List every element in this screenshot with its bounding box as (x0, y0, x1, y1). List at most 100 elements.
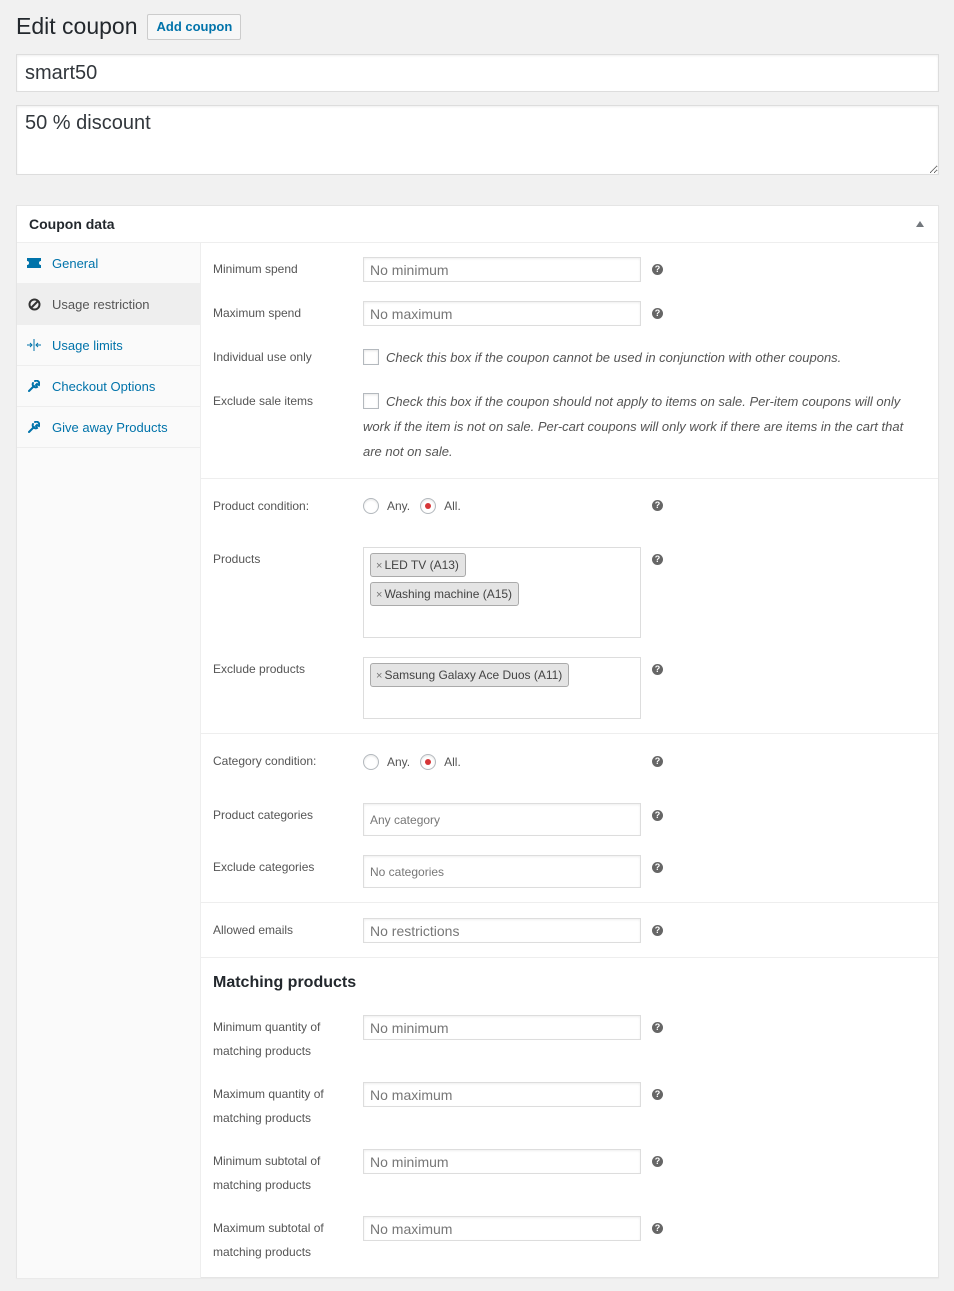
coupon-tabs: General Usage restriction Usage limits C… (17, 243, 201, 1278)
divider (201, 478, 938, 479)
postbox-title: Coupon data (29, 216, 115, 232)
remove-chip-icon[interactable]: × (376, 670, 382, 682)
page-title: Edit coupon (16, 13, 138, 39)
exclude-products-select[interactable]: × Samsung Galaxy Ace Duos (A11) (363, 657, 641, 719)
help-icon[interactable]: ? (652, 500, 663, 511)
matching-products-title: Matching products (213, 974, 357, 991)
allowed-emails-input[interactable] (363, 918, 641, 943)
help-icon[interactable]: ? (652, 664, 663, 675)
individual-use-description: Check this box if the coupon cannot be u… (386, 350, 842, 365)
tab-general[interactable]: General (17, 243, 200, 284)
help-icon[interactable]: ? (652, 810, 663, 821)
max-qty-label: Maximum quantity of matching products (213, 1082, 324, 1130)
minimum-spend-label: Minimum spend (213, 262, 298, 276)
individual-use-checkbox[interactable] (363, 349, 379, 365)
individual-use-label: Individual use only (213, 350, 312, 364)
help-icon[interactable]: ? (652, 264, 663, 275)
chip-label: LED TV (A13) (384, 558, 459, 572)
maximum-spend-input[interactable] (363, 301, 641, 326)
min-qty-input[interactable] (363, 1015, 641, 1040)
product-categories-label: Product categories (213, 808, 314, 822)
product-categories-select[interactable] (363, 803, 641, 836)
ticket-icon (27, 256, 41, 270)
help-icon[interactable]: ? (652, 1156, 663, 1167)
minimum-spend-input[interactable] (363, 257, 641, 282)
help-icon[interactable]: ? (652, 925, 663, 936)
arrows-in-icon (27, 338, 41, 352)
label-line: matching products (213, 1178, 312, 1192)
divider (201, 902, 938, 903)
divider (201, 733, 938, 734)
label-line: Minimum quantity of (213, 1020, 321, 1034)
help-icon[interactable]: ? (652, 1223, 663, 1234)
radio-label: All. (444, 499, 461, 513)
help-icon[interactable]: ? (652, 1022, 663, 1033)
chip-label: Washing machine (A15) (384, 587, 513, 601)
tab-label: Give away Products (52, 419, 168, 435)
page-header: Edit coupon Add coupon (16, 12, 242, 41)
radio-label: Any. (387, 755, 411, 769)
category-condition-any-radio[interactable] (363, 754, 379, 770)
exclude-sale-label: Exclude sale items (213, 394, 314, 408)
add-coupon-button[interactable]: Add coupon (147, 13, 242, 40)
product-chip: × Washing machine (A15) (370, 582, 520, 606)
help-icon[interactable]: ? (652, 308, 663, 319)
collapse-toggle-icon[interactable] (916, 221, 924, 227)
products-select[interactable]: × LED TV (A13) × Washing machine (A15) (363, 547, 641, 638)
label-line: matching products (213, 1245, 312, 1259)
max-subtotal-label: Maximum subtotal of matching products (213, 1216, 324, 1264)
tab-checkout-options[interactable]: Checkout Options (17, 366, 200, 407)
tab-label: Usage limits (52, 337, 123, 353)
max-qty-input[interactable] (363, 1082, 641, 1107)
radio-label: Any. (387, 499, 411, 513)
postbox-header[interactable]: Coupon data (17, 206, 938, 243)
label-line: Minimum subtotal of (213, 1154, 321, 1168)
category-condition-radios: Any. All. (363, 754, 471, 770)
category-condition-all-radio[interactable] (420, 754, 437, 770)
coupon-description-textarea[interactable]: 50 % discount (16, 105, 939, 175)
label-line: Maximum subtotal of (213, 1221, 324, 1235)
product-condition-all-radio[interactable] (420, 498, 437, 514)
label-line: matching products (213, 1044, 312, 1058)
exclude-categories-label: Exclude categories (213, 860, 315, 874)
exclude-sale-description: Check this box if the coupon should not … (363, 394, 904, 459)
max-subtotal-input[interactable] (363, 1216, 641, 1241)
radio-label: All. (444, 755, 461, 769)
chip-label: Samsung Galaxy Ace Duos (A11) (384, 668, 563, 682)
exclude-categories-select[interactable] (363, 855, 641, 888)
remove-chip-icon[interactable]: × (376, 560, 382, 572)
help-icon[interactable]: ? (652, 554, 663, 565)
min-subtotal-input[interactable] (363, 1149, 641, 1174)
category-condition-label: Category condition: (213, 754, 317, 768)
coupon-code-input[interactable] (16, 54, 939, 92)
tab-label: Checkout Options (52, 378, 156, 394)
help-icon[interactable]: ? (652, 862, 663, 873)
maximum-spend-label: Maximum spend (213, 306, 302, 320)
label-line: Maximum quantity of (213, 1087, 324, 1101)
block-icon (27, 297, 41, 311)
tab-give-away-products[interactable]: Give away Products (17, 407, 200, 448)
min-qty-label: Minimum quantity of matching products (213, 1015, 320, 1063)
help-icon[interactable]: ? (652, 756, 663, 767)
tab-usage-restriction[interactable]: Usage restriction (17, 284, 200, 325)
help-icon[interactable]: ? (652, 1089, 663, 1100)
tab-usage-limits[interactable]: Usage limits (17, 325, 200, 366)
label-line: matching products (213, 1111, 312, 1125)
min-subtotal-label: Minimum subtotal of matching products (213, 1149, 320, 1197)
exclude-products-label: Exclude products (213, 662, 306, 676)
product-chip: × LED TV (A13) (370, 553, 466, 577)
tab-label: General (52, 255, 99, 271)
product-condition-label: Product condition: (213, 499, 310, 513)
product-condition-radios: Any. All. (363, 498, 471, 514)
allowed-emails-label: Allowed emails (213, 923, 294, 937)
divider (201, 957, 938, 958)
tab-label: Usage restriction (52, 296, 150, 312)
product-chip: × Samsung Galaxy Ace Duos (A11) (370, 663, 570, 687)
wrench-icon (27, 420, 41, 434)
products-label: Products (213, 552, 261, 566)
coupon-data-postbox: Coupon data General Usage restriction Us… (16, 205, 939, 1278)
usage-restriction-panel: Minimum spend ? Maximum spend ? Individu… (201, 243, 938, 1278)
product-condition-any-radio[interactable] (363, 498, 379, 514)
wrench-icon (27, 379, 41, 393)
remove-chip-icon[interactable]: × (376, 589, 382, 601)
